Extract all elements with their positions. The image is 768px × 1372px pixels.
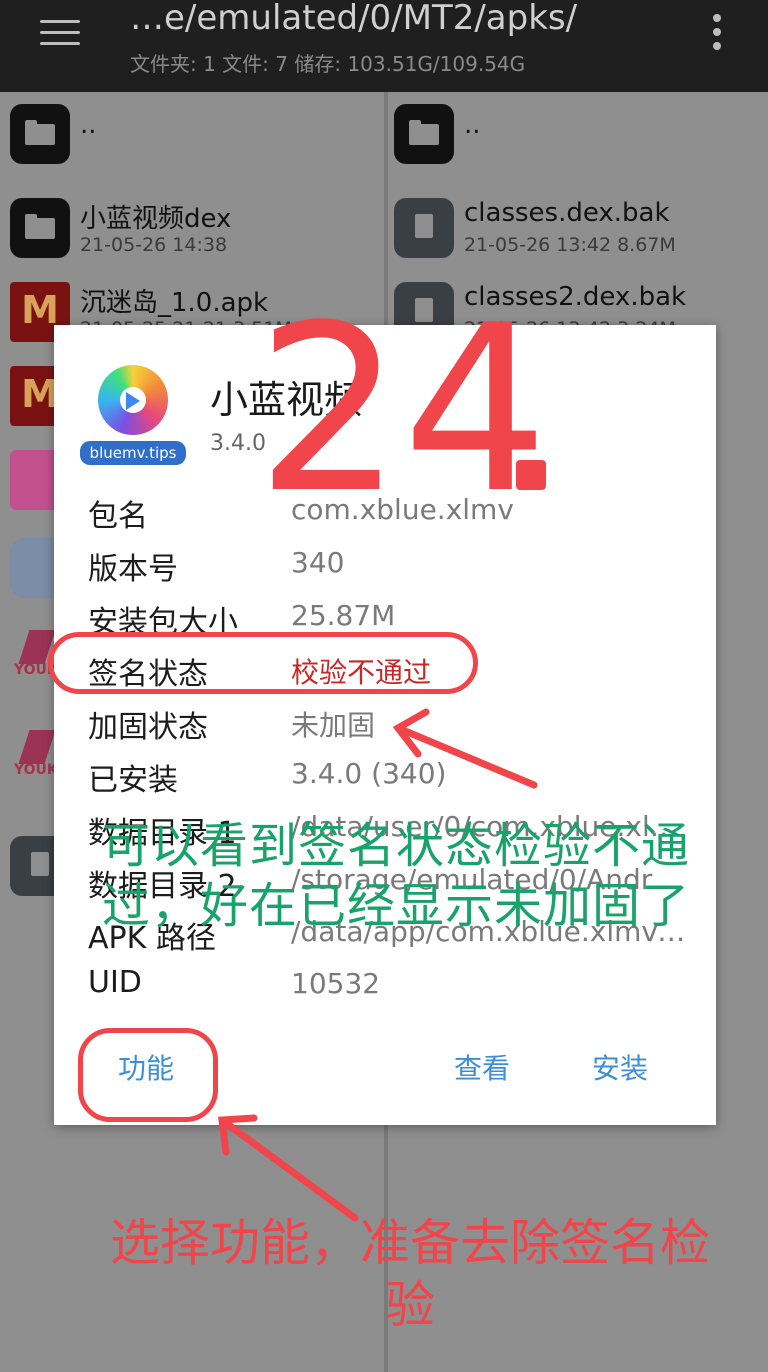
annotation-arrows (218, 708, 538, 1222)
arrow-to-function-button (218, 1114, 359, 1222)
arrow-to-hardening (392, 708, 538, 789)
red-annotation-text: 选择功能，准备去除签名检验 (110, 1214, 710, 1334)
green-annotation-text: 可以看到签名状态检验不通过，好在已经显示未加固了 (101, 818, 690, 934)
